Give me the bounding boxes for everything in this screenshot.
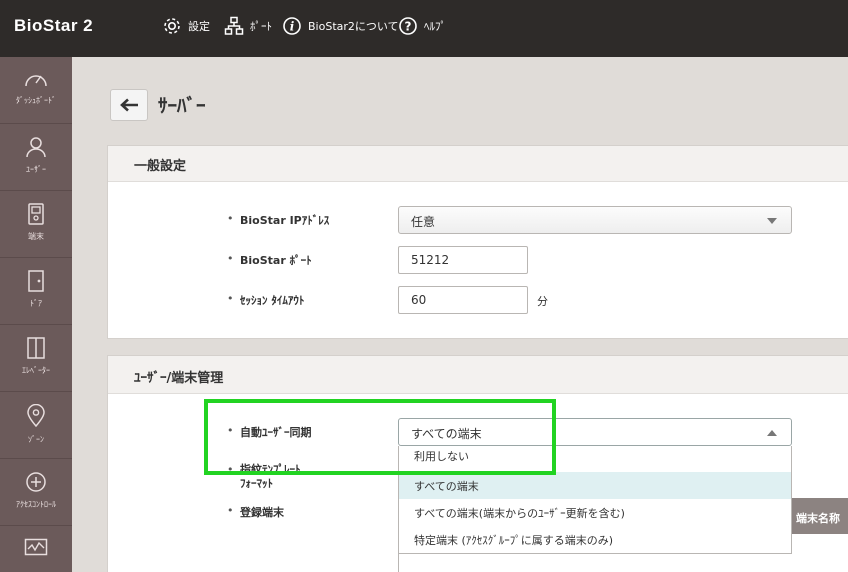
device-list-border xyxy=(398,554,399,572)
sidebar-item-label: ｱｸｾｽｺﾝﾄﾛｰﾙ xyxy=(16,500,56,509)
sidebar-item-device[interactable]: 端末 xyxy=(0,191,72,258)
arrow-left-icon xyxy=(120,98,138,112)
page-title: ｻｰﾊﾞｰ xyxy=(158,95,206,117)
sidebar-item-label: ﾄﾞｱ xyxy=(30,299,42,308)
settings-menu[interactable]: 設定 xyxy=(162,14,210,38)
session-timeout-input[interactable]: 60 xyxy=(398,286,528,314)
sidebar-item-dashboard[interactable]: ﾀﾞｯｼｭﾎﾞｰﾄﾞ xyxy=(0,57,72,124)
sidebar-item-label: ﾀﾞｯｼｭﾎﾞｰﾄﾞ xyxy=(16,96,56,105)
device-name-column-header[interactable]: 端末名称 xyxy=(792,498,848,534)
svg-text:i: i xyxy=(290,20,295,34)
sidebar-item-door[interactable]: ﾄﾞｱ xyxy=(0,258,72,325)
monitoring-icon xyxy=(24,538,48,556)
dropdown-option-selected[interactable]: すべての端末 xyxy=(399,472,791,499)
sidebar: ﾀﾞｯｼｭﾎﾞｰﾄﾞ ﾕｰｻﾞｰ 端末 ﾄﾞｱ ｴﾚﾍﾞｰﾀｰ ｿﾞｰﾝ ｱｸｾ… xyxy=(0,57,72,572)
about-label: BioStar2について xyxy=(308,20,399,33)
user-device-heading: ﾕｰｻﾞｰ/端末管理 xyxy=(108,356,848,394)
app-logo[interactable]: BioStar 2 xyxy=(14,16,93,36)
sidebar-item-label: ﾕｰｻﾞｰ xyxy=(26,165,46,174)
help-menu[interactable]: ? ﾍﾙﾌﾟ xyxy=(398,14,446,38)
svg-text:?: ? xyxy=(405,20,412,34)
top-bar: BioStar 2 設定 ﾎﾟｰﾄ i BioStar2について ? ﾍﾙﾌﾟ xyxy=(0,0,848,57)
general-settings-heading: 一般設定 xyxy=(108,146,848,182)
help-label: ﾍﾙﾌﾟ xyxy=(424,20,446,33)
user-icon xyxy=(26,137,46,158)
info-icon: i xyxy=(283,17,301,35)
sidebar-item-zone[interactable]: ｿﾞｰﾝ xyxy=(0,392,72,459)
settings-label: 設定 xyxy=(188,20,210,33)
dropdown-option[interactable]: 特定端末 (ｱｸｾｽｸﾞﾙｰﾌﾟに属する端末のみ) xyxy=(399,526,791,553)
fingerprint-format-line2: ﾌｫｰﾏｯﾄ xyxy=(240,477,273,490)
highlight-box xyxy=(204,399,556,475)
session-timeout-label: ｾｯｼｮﾝ ﾀｲﾑｱｳﾄ xyxy=(227,292,304,308)
gear-icon xyxy=(164,18,180,34)
sidebar-item-elevator[interactable]: ｴﾚﾍﾞｰﾀｰ xyxy=(0,325,72,392)
port-label: BioStar ﾎﾟｰﾄ xyxy=(227,252,312,268)
chevron-down-icon xyxy=(767,218,777,224)
access-control-icon xyxy=(26,472,46,492)
about-menu[interactable]: i BioStar2について xyxy=(282,14,399,38)
zone-icon xyxy=(27,404,45,428)
port-label: ﾎﾟｰﾄ xyxy=(250,20,272,33)
elevator-icon xyxy=(27,337,45,359)
main-content: ｻｰﾊﾞｰ 一般設定 BioStar IPｱﾄﾞﾚｽ 任意 BioStar ﾎﾟ… xyxy=(72,57,848,572)
sidebar-item-label: ｿﾞｰﾝ xyxy=(28,435,44,444)
timeout-unit: 分 xyxy=(537,295,548,308)
back-button[interactable] xyxy=(110,89,148,121)
chevron-up-icon xyxy=(767,430,777,436)
help-icon: ? xyxy=(399,17,417,35)
door-icon xyxy=(28,270,44,292)
sidebar-item-monitoring[interactable] xyxy=(0,526,72,572)
device-icon xyxy=(28,203,44,225)
network-icon xyxy=(224,16,244,35)
ip-address-select[interactable]: 任意 xyxy=(398,206,792,234)
sidebar-item-label: 端末 xyxy=(28,232,44,241)
dropdown-option[interactable]: すべての端末(端末からのﾕｰｻﾞｰ更新を含む) xyxy=(399,499,791,526)
dashboard-icon xyxy=(25,75,47,87)
sidebar-item-user[interactable]: ﾕｰｻﾞｰ xyxy=(0,124,72,191)
ip-address-label: BioStar IPｱﾄﾞﾚｽ xyxy=(227,212,329,228)
sidebar-item-access-control[interactable]: ｱｸｾｽｺﾝﾄﾛｰﾙ xyxy=(0,459,72,526)
sidebar-item-label: ｴﾚﾍﾞｰﾀｰ xyxy=(22,366,50,375)
ip-address-value: 任意 xyxy=(411,215,436,229)
port-input[interactable]: 51212 xyxy=(398,246,528,274)
registered-devices-label: 登録端末 xyxy=(227,504,284,520)
port-menu[interactable]: ﾎﾟｰﾄ xyxy=(224,14,272,38)
